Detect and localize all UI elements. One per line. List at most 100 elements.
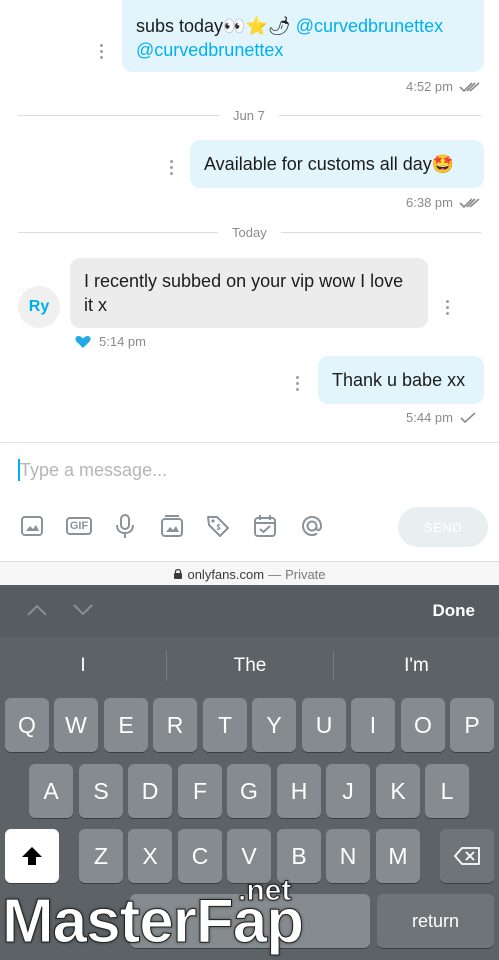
message-input[interactable]: Type a message... — [18, 456, 478, 484]
chevron-up-icon[interactable] — [26, 603, 48, 617]
key-label: G — [240, 777, 258, 804]
key-label: P — [464, 711, 480, 738]
key-label: E — [118, 711, 134, 738]
key-label: D — [141, 777, 159, 804]
backspace-key[interactable] — [440, 829, 494, 883]
shift-icon — [22, 847, 42, 865]
key-e[interactable]: E — [104, 698, 148, 752]
message-time: 5:44 pm — [406, 410, 453, 425]
browser-mode: Private — [285, 566, 326, 582]
key-label: J — [342, 777, 354, 804]
gif-icon[interactable]: GIF — [65, 513, 93, 539]
key-n[interactable]: N — [326, 829, 370, 883]
chevron-down-icon[interactable] — [72, 603, 94, 617]
key-p[interactable]: P — [450, 698, 494, 752]
message-options-icon[interactable] — [170, 160, 174, 175]
incoming-message-bubble: I recently subbed on your vip wow I love… — [70, 258, 428, 328]
key-a[interactable]: A — [29, 764, 73, 818]
date-divider-label: Today — [218, 225, 281, 240]
gif-icon-text: GIF — [65, 517, 93, 535]
heart-icon[interactable] — [75, 335, 91, 349]
key-y[interactable]: Y — [252, 698, 296, 752]
message-options-icon[interactable] — [446, 300, 450, 315]
key-m[interactable]: M — [376, 829, 420, 883]
check-icon — [460, 411, 476, 423]
key-q[interactable]: Q — [5, 698, 49, 752]
at-mention-icon[interactable] — [299, 513, 325, 539]
key-o[interactable]: O — [401, 698, 445, 752]
outgoing-message-bubble: Available for customs all day🤩 — [190, 140, 484, 188]
media-vault-icon[interactable] — [159, 513, 185, 539]
key-label: M — [388, 842, 408, 869]
send-button-label: SEND — [423, 519, 463, 535]
key-j[interactable]: J — [326, 764, 370, 818]
double-check-icon — [459, 81, 480, 92]
key-h[interactable]: H — [277, 764, 321, 818]
key-f[interactable]: F — [178, 764, 222, 818]
microphone-icon[interactable] — [112, 513, 138, 539]
mention-link[interactable]: @curvedbrunettex — [296, 16, 443, 36]
key-g[interactable]: G — [227, 764, 271, 818]
key-c[interactable]: C — [178, 829, 222, 883]
key-t[interactable]: T — [203, 698, 247, 752]
composer-divider — [0, 442, 499, 443]
done-button[interactable]: Done — [433, 601, 476, 621]
message-input-placeholder: Type a message... — [20, 459, 168, 480]
key-w[interactable]: W — [54, 698, 98, 752]
key-label: Q — [18, 711, 36, 738]
image-icon[interactable] — [19, 513, 45, 539]
key-label: N — [339, 842, 357, 869]
key-l[interactable]: L — [425, 764, 469, 818]
message-time: 6:38 pm — [406, 195, 453, 210]
key-x[interactable]: X — [128, 829, 172, 883]
key-d[interactable]: D — [128, 764, 172, 818]
keyboard-accessory-bar: Done — [0, 585, 499, 637]
watermark-suffix: .net — [237, 874, 292, 908]
outgoing-message-bubble: Thank u babe xx — [318, 356, 484, 404]
key-label: U — [315, 711, 333, 738]
browser-domain: onlyfans.com — [187, 566, 265, 582]
double-check-icon — [459, 197, 480, 208]
outgoing-message-bubble: subs today👀⭐🌶 @curvedbrunettex @curvedbr… — [122, 0, 484, 72]
key-label: A — [43, 777, 59, 804]
key-label: Z — [93, 842, 109, 869]
key-r[interactable]: R — [153, 698, 197, 752]
backspace-icon — [454, 847, 480, 865]
avatar[interactable]: Ry — [18, 286, 60, 328]
date-divider-label: Jun 7 — [219, 108, 279, 123]
message-options-icon[interactable] — [100, 44, 104, 59]
key-label: B — [291, 842, 307, 869]
key-k[interactable]: K — [376, 764, 420, 818]
browser-url-bar: onlyfans.com — Private — [0, 561, 499, 586]
calendar-icon[interactable] — [252, 513, 278, 539]
send-button[interactable]: SEND — [398, 507, 488, 547]
return-key[interactable]: return — [377, 894, 494, 948]
suggestion-bar: I The I'm — [0, 637, 499, 695]
return-key-label: return — [411, 910, 460, 931]
key-label: Y — [266, 711, 282, 738]
key-i[interactable]: I — [351, 698, 395, 752]
key-u[interactable]: U — [302, 698, 346, 752]
message-time: 4:52 pm — [406, 79, 453, 94]
message-text: Available for customs all day🤩 — [204, 154, 455, 174]
mention-link[interactable]: @curvedbrunettex — [136, 40, 283, 60]
key-label: H — [290, 777, 308, 804]
message-time: 5:14 pm — [99, 334, 146, 349]
key-s[interactable]: S — [79, 764, 123, 818]
message-meta: 5:44 pm — [406, 410, 477, 425]
price-tag-icon[interactable] — [205, 513, 231, 539]
message-meta: 6:38 pm — [406, 195, 481, 210]
avatar-initials: Ry — [28, 298, 50, 315]
suggestion-item[interactable]: The — [167, 637, 333, 695]
browser-separator: — — [268, 566, 282, 582]
message-text: subs today👀⭐🌶 — [136, 16, 291, 36]
key-label: I — [369, 711, 377, 738]
suggestion-item[interactable]: I'm — [334, 637, 499, 695]
message-options-icon[interactable] — [296, 376, 300, 391]
key-label: S — [93, 777, 109, 804]
message-meta: 5:14 pm — [75, 334, 146, 349]
key-z[interactable]: Z — [79, 829, 123, 883]
shift-key[interactable] — [5, 829, 59, 883]
key-label: K — [390, 777, 406, 804]
suggestion-item[interactable]: I — [0, 637, 166, 695]
